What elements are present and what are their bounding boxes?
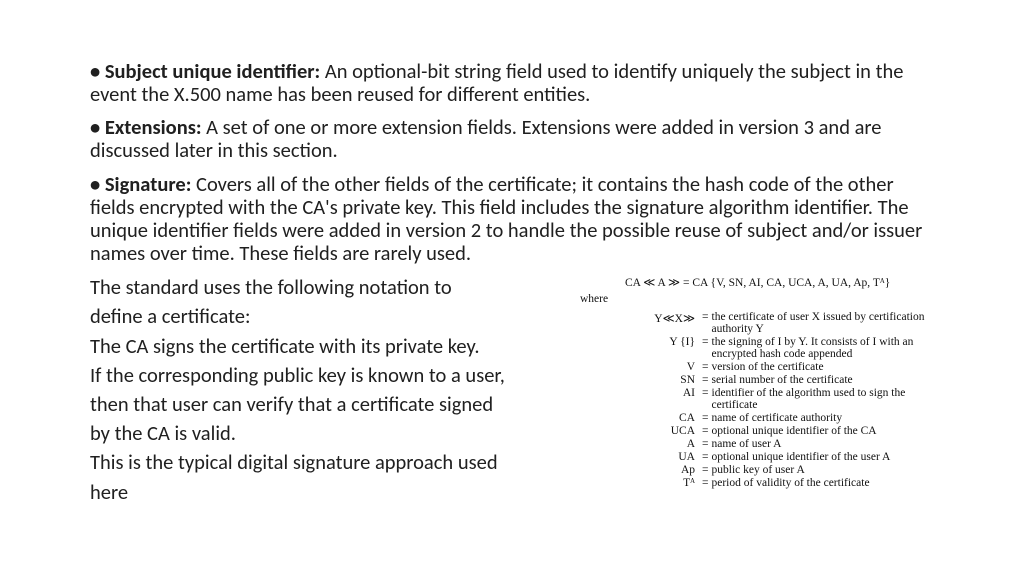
definition-text: optional unique identifier of the user A (712, 451, 935, 463)
definition-symbol: AI (580, 387, 699, 411)
body-line: here (90, 480, 560, 505)
definitions-list: Y≪X≫=the certificate of user X issued by… (580, 311, 934, 489)
definition-text: version of the certificate (712, 361, 935, 373)
definition-row: CA=name of certificate authority (580, 412, 934, 424)
definition-row: UA=optional unique identifier of the use… (580, 451, 934, 463)
definition-symbol: Tᴬ (580, 477, 699, 489)
body-line: then that user can verify that a certifi… (90, 392, 560, 417)
definition-symbol: UCA (580, 425, 699, 437)
where-label: where (580, 293, 934, 305)
definition-text: period of validity of the certificate (712, 477, 935, 489)
equals-sign: = (699, 477, 712, 489)
body-line: define a certificate: (90, 304, 560, 329)
body-line: The CA signs the certificate with its pr… (90, 334, 560, 359)
equals-sign: = (699, 451, 712, 463)
bullet-term: Signature: (105, 171, 192, 197)
definition-text: optional unique identifier of the CA (712, 425, 935, 437)
equals-sign: = (699, 311, 712, 335)
bullet-dot: • (90, 171, 105, 197)
definition-row: Y≪X≫=the certificate of user X issued by… (580, 311, 934, 335)
definition-row: Tᴬ=period of validity of the certificate (580, 477, 934, 489)
formula-left: CA ≪ A ≫ (625, 277, 683, 289)
equals-sign: = (699, 361, 712, 373)
definition-row: Ap=public key of user A (580, 464, 934, 476)
equals-sign: = (699, 438, 712, 450)
definition-row: V=version of the certificate (580, 361, 934, 373)
definition-symbol: SN (580, 374, 699, 386)
bullet-term: Extensions: (105, 114, 202, 140)
definition-text: name of certificate authority (712, 412, 935, 424)
definition-text: identifier of the algorithm used to sign… (712, 387, 935, 411)
definition-text: public key of user A (712, 464, 935, 476)
formula-right: CA {V, SN, AI, CA, UCA, A, UA, Ap, Tᴬ} (689, 277, 890, 289)
definition-text: serial number of the certificate (712, 374, 935, 386)
equals-sign: = (699, 425, 712, 437)
equals-sign: = (699, 336, 712, 360)
definition-text: the signing of I by Y. It consists of I … (712, 336, 935, 360)
bullet-term: Subject unique identifier: (105, 58, 320, 84)
definition-text: name of user A (712, 438, 935, 450)
definition-symbol: Ap (580, 464, 699, 476)
definition-symbol: V (580, 361, 699, 373)
definition-row: UCA=optional unique identifier of the CA (580, 425, 934, 437)
definition-symbol: A (580, 438, 699, 450)
definition-row: A=name of user A (580, 438, 934, 450)
definition-row: SN=serial number of the certificate (580, 374, 934, 386)
definition-text: the certificate of user X issued by cert… (712, 311, 935, 335)
bullet-item: • Signature: Covers all of the other fie… (90, 173, 934, 266)
bullet-item: • Extensions: A set of one or more exten… (90, 116, 934, 162)
equals-sign: = (699, 412, 712, 424)
bullet-text: A set of one or more extension fields. E… (90, 114, 882, 163)
definition-symbol: CA (580, 412, 699, 424)
notation-block: CA ≪ A ≫ = CA {V, SN, AI, CA, UCA, A, UA… (560, 275, 934, 509)
bullet-item: • Subject unique identifier: An optional… (90, 60, 934, 106)
body-line: If the corresponding public key is known… (90, 363, 560, 388)
body-line: by the CA is valid. (90, 421, 560, 446)
equals-sign: = (699, 374, 712, 386)
definition-symbol: UA (580, 451, 699, 463)
bullet-text: Covers all of the other fields of the ce… (90, 171, 922, 266)
body-line: The standard uses the following notation… (90, 275, 560, 300)
left-column: The standard uses the following notation… (90, 275, 560, 509)
slide-content: • Subject unique identifier: An optional… (0, 0, 1024, 509)
body-line: This is the typical digital signature ap… (90, 450, 560, 475)
equals-sign: = (699, 464, 712, 476)
bullet-dot: • (90, 114, 105, 140)
definition-symbol: Y≪X≫ (580, 311, 699, 335)
definition-row: AI=identifier of the algorithm used to s… (580, 387, 934, 411)
definition-row: Y {I}=the signing of I by Y. It consists… (580, 336, 934, 360)
definition-symbol: Y {I} (580, 336, 699, 360)
equals-sign: = (699, 387, 712, 411)
lower-row: The standard uses the following notation… (90, 275, 934, 509)
formula: CA ≪ A ≫ = CA {V, SN, AI, CA, UCA, A, UA… (625, 275, 934, 289)
bullet-dot: • (90, 58, 105, 84)
